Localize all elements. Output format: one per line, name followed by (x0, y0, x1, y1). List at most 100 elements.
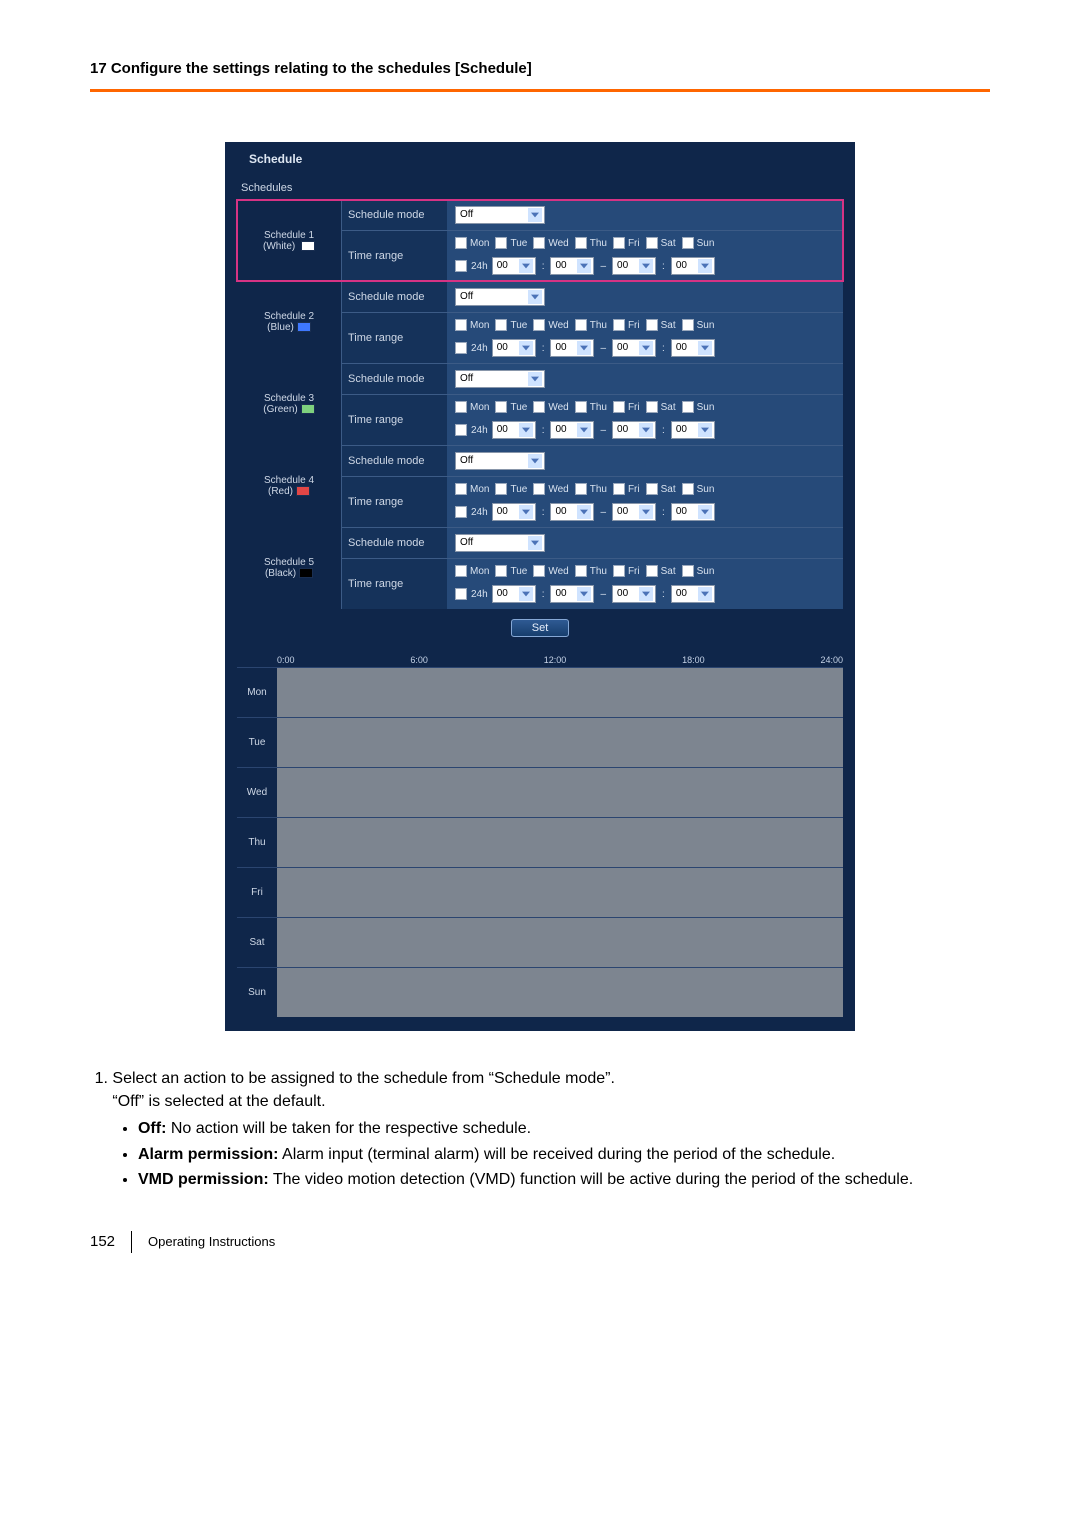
checkbox-mon[interactable] (455, 237, 467, 249)
end-min-select[interactable]: 00 (671, 503, 715, 521)
schedule-mode-select[interactable]: Off (455, 452, 545, 470)
schedule-color-name: (White) (263, 241, 315, 252)
end-hour-select[interactable]: 00 (612, 503, 656, 521)
checkbox-tue[interactable] (495, 401, 507, 413)
set-button[interactable]: Set (511, 619, 570, 637)
checkbox-wed[interactable] (533, 319, 545, 331)
checkbox-24h[interactable] (455, 506, 467, 518)
checkbox-sun[interactable] (682, 237, 694, 249)
end-min-select[interactable]: 00 (671, 585, 715, 603)
end-hour-select[interactable]: 00 (612, 585, 656, 603)
checkbox-wed[interactable] (533, 483, 545, 495)
checkbox-tue[interactable] (495, 565, 507, 577)
chevron-down-icon (577, 259, 591, 273)
checkbox-sun[interactable] (682, 483, 694, 495)
end-hour-select[interactable]: 00 (612, 339, 656, 357)
panel-title: Schedule (231, 142, 849, 176)
chevron-down-icon (698, 505, 712, 519)
checkbox-wed[interactable] (533, 565, 545, 577)
end-hour-select[interactable]: 00 (612, 421, 656, 439)
schedule-mode-select[interactable]: Off (455, 534, 545, 552)
chevron-down-icon (639, 505, 653, 519)
schedule-mode-select[interactable]: Off (455, 206, 545, 224)
checkbox-thu[interactable] (575, 319, 587, 331)
schedule-mode-select[interactable]: Off (455, 370, 545, 388)
chevron-down-icon (577, 423, 591, 437)
chevron-down-icon (577, 587, 591, 601)
instruction-bullet: Alarm permission: Alarm input (terminal … (138, 1143, 990, 1166)
checkbox-tue[interactable] (495, 483, 507, 495)
checkbox-sat[interactable] (646, 565, 658, 577)
timeline-label: 18:00 (682, 655, 705, 665)
checkbox-mon[interactable] (455, 401, 467, 413)
checkbox-24h[interactable] (455, 588, 467, 600)
color-swatch (296, 486, 310, 496)
chevron-down-icon (639, 341, 653, 355)
checkbox-mon[interactable] (455, 565, 467, 577)
checkbox-fri[interactable] (613, 237, 625, 249)
checkbox-sat[interactable] (646, 483, 658, 495)
schedule-block-1: Schedule 1 (White) Schedule mode Off Tim… (237, 200, 843, 281)
start-min-select[interactable]: 00 (550, 503, 594, 521)
checkbox-sun[interactable] (682, 401, 694, 413)
start-hour-select[interactable]: 00 (492, 339, 536, 357)
timeline-cell (277, 967, 843, 1017)
chevron-down-icon (698, 259, 712, 273)
instruction-bullet: Off: No action will be taken for the res… (138, 1117, 990, 1140)
checkbox-thu[interactable] (575, 565, 587, 577)
checkbox-24h[interactable] (455, 260, 467, 272)
timeline-day-label: Mon (237, 667, 277, 717)
checkbox-tue[interactable] (495, 237, 507, 249)
start-min-select[interactable]: 00 (550, 421, 594, 439)
instructions-section: Select an action to be assigned to the s… (90, 1067, 990, 1191)
checkbox-sun[interactable] (682, 319, 694, 331)
checkbox-wed[interactable] (533, 237, 545, 249)
start-hour-select[interactable]: 00 (492, 257, 536, 275)
checkbox-wed[interactable] (533, 401, 545, 413)
page-header: 17 Configure the settings relating to th… (90, 60, 990, 92)
instruction-step: Select an action to be assigned to the s… (112, 1067, 990, 1191)
start-min-select[interactable]: 00 (550, 257, 594, 275)
start-min-select[interactable]: 00 (550, 585, 594, 603)
checkbox-thu[interactable] (575, 237, 587, 249)
chevron-down-icon (698, 341, 712, 355)
chevron-down-icon (698, 587, 712, 601)
timeline-cell (277, 717, 843, 767)
checkbox-sat[interactable] (646, 319, 658, 331)
checkbox-thu[interactable] (575, 401, 587, 413)
schedule-block-5: Schedule 5 (Black) Schedule mode Off Tim… (237, 527, 843, 609)
schedule-block-3: Schedule 3 (Green) Schedule mode Off Tim… (237, 363, 843, 445)
checkbox-fri[interactable] (613, 483, 625, 495)
chevron-down-icon (528, 208, 542, 222)
chevron-down-icon (639, 587, 653, 601)
section-title: Schedules (237, 176, 849, 200)
end-hour-select[interactable]: 00 (612, 257, 656, 275)
chevron-down-icon (519, 341, 533, 355)
timeline-day-label: Wed (237, 767, 277, 817)
checkbox-mon[interactable] (455, 483, 467, 495)
end-min-select[interactable]: 00 (671, 257, 715, 275)
schedule-label: Schedule 3 (Green) (237, 363, 342, 445)
chevron-down-icon (528, 536, 542, 550)
start-min-select[interactable]: 00 (550, 339, 594, 357)
color-swatch (297, 322, 311, 332)
checkbox-24h[interactable] (455, 424, 467, 436)
start-hour-select[interactable]: 00 (492, 503, 536, 521)
checkbox-sat[interactable] (646, 237, 658, 249)
start-hour-select[interactable]: 00 (492, 585, 536, 603)
checkbox-sat[interactable] (646, 401, 658, 413)
checkbox-fri[interactable] (613, 565, 625, 577)
checkbox-fri[interactable] (613, 401, 625, 413)
chevron-down-icon (577, 505, 591, 519)
schedule-mode-select[interactable]: Off (455, 288, 545, 306)
end-min-select[interactable]: 00 (671, 339, 715, 357)
schedule-label: Schedule 4 (Red) (237, 445, 342, 527)
checkbox-tue[interactable] (495, 319, 507, 331)
checkbox-24h[interactable] (455, 342, 467, 354)
start-hour-select[interactable]: 00 (492, 421, 536, 439)
end-min-select[interactable]: 00 (671, 421, 715, 439)
checkbox-fri[interactable] (613, 319, 625, 331)
checkbox-mon[interactable] (455, 319, 467, 331)
checkbox-thu[interactable] (575, 483, 587, 495)
checkbox-sun[interactable] (682, 565, 694, 577)
